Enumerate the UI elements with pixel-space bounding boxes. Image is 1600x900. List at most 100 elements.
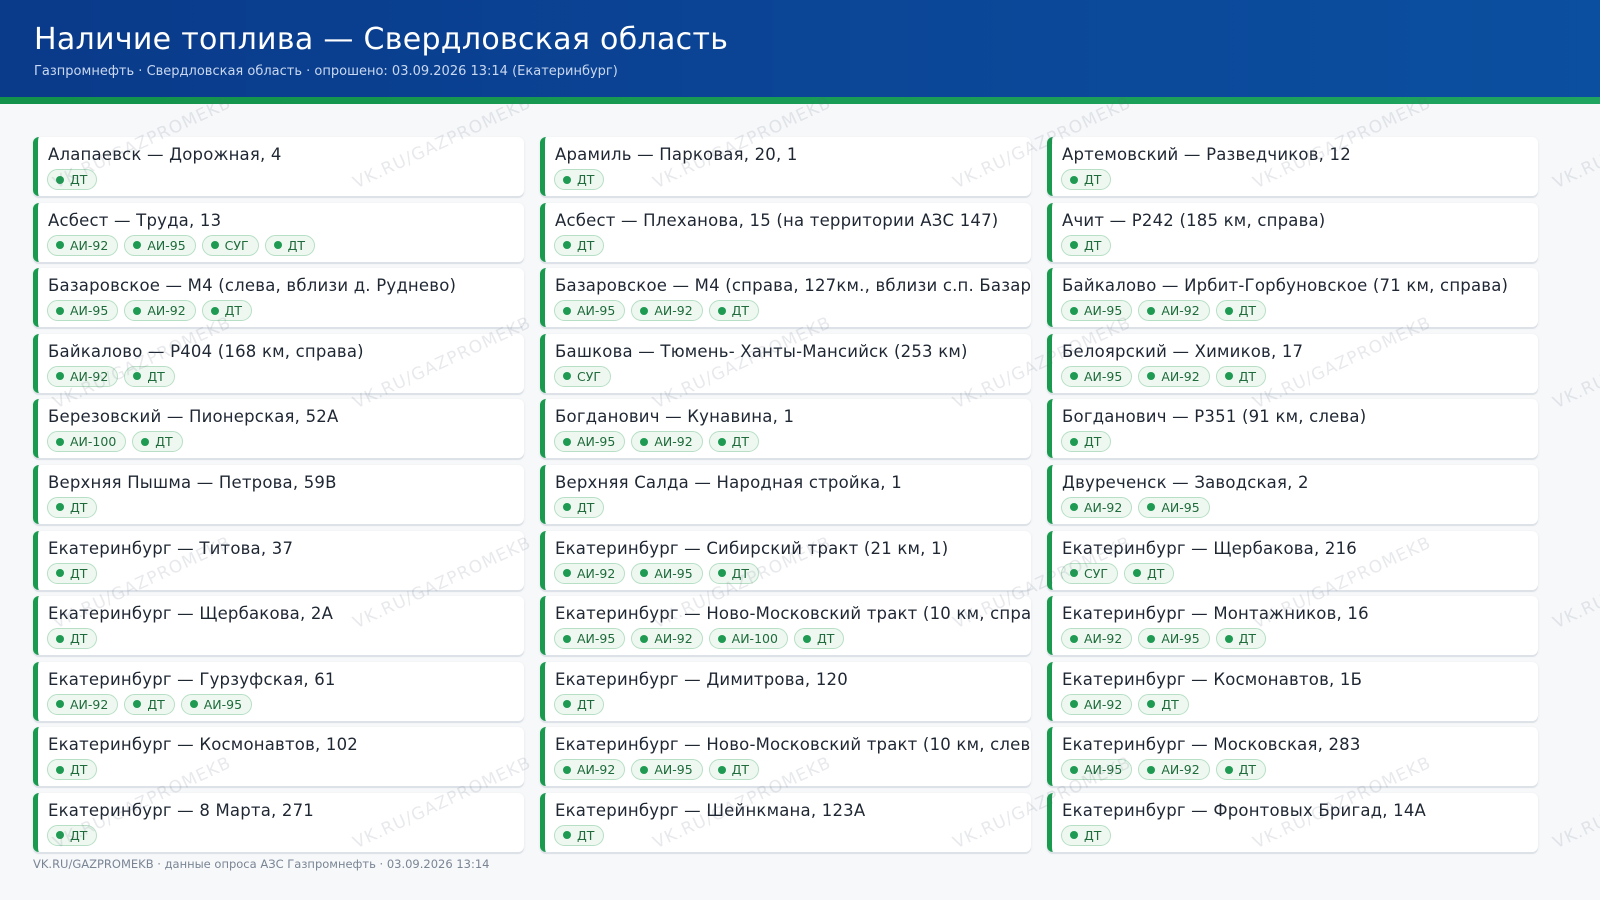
fuel-label: АИ-92 [70, 237, 109, 253]
fuel-label: ДТ [70, 499, 88, 515]
fuel-list: АИ-95 АИ-92 ДТ [47, 300, 253, 322]
station-card: Башкова — Тюмень- Ханты-Мансийск (253 км… [540, 333, 1031, 393]
fuel-label: АИ-92 [1084, 499, 1123, 515]
station-name: Екатеринбург — Титова, 37 [48, 538, 294, 558]
availability-dot-icon [1070, 569, 1078, 578]
availability-dot-icon [1070, 306, 1078, 315]
station-card: Екатеринбург — Щербакова, 216 СУГ ДТ [1047, 530, 1538, 590]
availability-dot-icon [56, 175, 64, 184]
fuel-label: ДТ [577, 499, 595, 515]
fuel-badge: ДТ [132, 431, 183, 453]
station-card: Екатеринбург — Гурзуфская, 61 АИ-92 ДТ АИ-9… [33, 661, 524, 721]
availability-dot-icon [1070, 700, 1078, 709]
fuel-badge: ДТ [708, 431, 760, 453]
fuel-badge: ДТ [708, 300, 760, 322]
station-card: Екатеринбург — Шейнкмана, 123А ДТ [540, 792, 1031, 852]
station-card: Екатеринбург — 8 Марта, 271 ДТ [33, 792, 524, 852]
fuel-badge: ДТ [1061, 169, 1112, 190]
fuel-label: АИ-95 [147, 237, 186, 253]
fuel-label: ДТ [1238, 631, 1257, 647]
fuel-list: АИ-92 АИ-95 СУГ ДТ [47, 234, 316, 256]
fuel-label: ДТ [70, 762, 88, 778]
station-name: Богданович — Кунавина, 1 [555, 407, 795, 427]
fuel-label: АИ-92 [1084, 696, 1123, 712]
fuel-badge: СУГ [201, 234, 259, 256]
fuel-label: АИ-92 [70, 696, 109, 712]
station-card: Богданович — Кунавина, 1 АИ-95 АИ-92 ДТ [540, 399, 1031, 459]
fuel-badge: ДТ [124, 365, 175, 387]
fuel-badge: ДТ [554, 496, 605, 518]
fuel-label: СУГ [1084, 565, 1108, 581]
availability-dot-icon [1224, 765, 1233, 774]
fuel-label: АИ-92 [654, 434, 693, 450]
fuel-badge: АИ-95 [554, 431, 626, 453]
fuel-list: АИ-92 АИ-95 [1061, 496, 1210, 518]
header-accent-stripe [0, 97, 1600, 104]
fuel-list: ДТ [554, 496, 605, 518]
station-card: Екатеринбург — Димитрова, 120 ДТ [540, 661, 1031, 721]
fuel-badge: ДТ [554, 693, 605, 715]
fuel-badge: АИ-95 [1138, 628, 1210, 650]
page-subtitle: Газпромнефть · Свердловская область · оп… [34, 64, 618, 79]
availability-dot-icon [640, 437, 649, 446]
station-card: Верхняя Салда — Народная стройка, 1 ДТ [540, 464, 1031, 524]
fuel-label: АИ-95 [203, 696, 243, 712]
station-card: Екатеринбург — Фронтовых Бригад, 14А ДТ [1047, 792, 1538, 852]
availability-dot-icon [56, 765, 64, 774]
availability-dot-icon [717, 765, 726, 774]
station-grid: Алапаевск — Дорожная, 4 ДТ Арамиль — Парко… [33, 137, 1569, 852]
station-card: Алапаевск — Дорожная, 4 ДТ [33, 137, 524, 196]
fuel-label: ДТ [577, 696, 595, 712]
fuel-label: СУГ [224, 237, 249, 253]
availability-dot-icon [563, 831, 571, 840]
fuel-badge: ДТ [708, 759, 760, 781]
fuel-label: СУГ [577, 368, 601, 384]
station-name: Двуреченск — Заводская, 2 [1062, 472, 1309, 492]
fuel-badge: ДТ [1061, 824, 1112, 846]
fuel-badge: АИ-95 [1061, 759, 1133, 781]
availability-dot-icon [1070, 437, 1078, 446]
station-name: Ачит — Р242 (185 км, справа) [1062, 210, 1326, 230]
availability-dot-icon [56, 241, 64, 250]
availability-dot-icon [133, 700, 142, 709]
fuel-badge: АИ-92 [554, 759, 626, 781]
station-card: Богданович — Р351 (91 км, слева) ДТ [1047, 399, 1538, 459]
fuel-list: ДТ [47, 496, 98, 518]
availability-dot-icon [563, 503, 571, 512]
station-card: Екатеринбург — Щербакова, 2А ДТ [33, 596, 524, 656]
station-name: Байкалово — Ирбит-Горбуновское (71 км, с… [1062, 276, 1509, 296]
fuel-label: ДТ [155, 434, 173, 450]
fuel-label: АИ-92 [1161, 368, 1200, 384]
fuel-label: ДТ [147, 368, 165, 384]
fuel-badge: СУГ [554, 365, 611, 387]
fuel-list: АИ-92 ДТ АИ-95 [47, 693, 253, 715]
fuel-label: ДТ [816, 631, 835, 647]
availability-dot-icon [717, 306, 726, 315]
fuel-badge: ДТ [1215, 759, 1267, 781]
fuel-badge: ДТ [1215, 628, 1267, 650]
availability-dot-icon [1070, 241, 1078, 250]
fuel-list: ДТ [1061, 824, 1112, 846]
station-name: Екатеринбург — Московская, 283 [1062, 735, 1361, 755]
availability-dot-icon [1147, 503, 1156, 512]
fuel-label: АИ-95 [70, 303, 109, 319]
fuel-label: АИ-95 [1084, 303, 1123, 319]
fuel-list: ДТ [47, 628, 98, 650]
fuel-badge: ДТ [793, 628, 845, 650]
fuel-badge: СУГ [1061, 562, 1118, 584]
availability-dot-icon [640, 634, 649, 643]
station-name: Екатеринбург — Фронтовых Бригад, 14А [1062, 800, 1427, 820]
availability-dot-icon [1147, 372, 1156, 381]
fuel-list: АИ-95 АИ-92 ДТ [1061, 300, 1267, 322]
fuel-list: АИ-92 АИ-95 ДТ [554, 562, 760, 584]
fuel-label: АИ-95 [577, 434, 616, 450]
fuel-badge: ДТ [1061, 234, 1112, 256]
availability-dot-icon [1147, 306, 1156, 315]
availability-dot-icon [1224, 634, 1233, 643]
fuel-label: ДТ [1238, 303, 1257, 319]
availability-dot-icon [563, 437, 571, 446]
station-name: Екатеринбург — Космонавтов, 102 [48, 735, 358, 755]
station-name: Верхняя Салда — Народная стройка, 1 [555, 472, 902, 492]
fuel-label: АИ-95 [577, 631, 616, 647]
fuel-label: ДТ [731, 762, 750, 778]
